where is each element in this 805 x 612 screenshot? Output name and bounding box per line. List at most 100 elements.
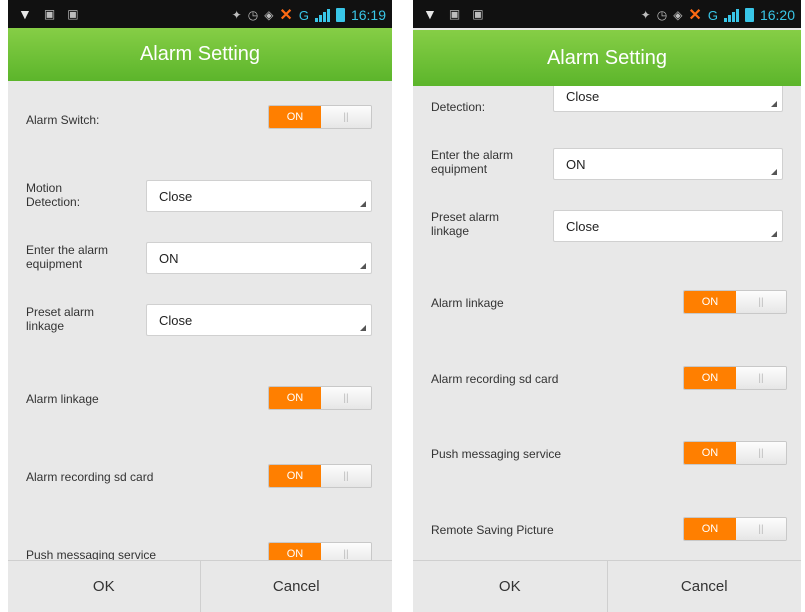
alarm-switch-toggle[interactable]: ON || (268, 105, 372, 129)
dropdown-caret-icon (771, 101, 777, 107)
dropdown-caret-icon (360, 201, 366, 207)
alarm-recording-sd-label: Alarm recording sd card (26, 470, 154, 484)
select-value: Close (566, 219, 600, 234)
settings-list: Alarm Switch: ON || Motion Detection: Cl… (8, 81, 392, 560)
select-value: Close (159, 189, 193, 204)
select-value: Close (159, 313, 193, 328)
alarm-clock-icon: ◷ (247, 8, 259, 22)
alarm-clock-icon: ◷ (656, 8, 668, 22)
push-messaging-toggle[interactable]: ON || (268, 542, 372, 560)
usb-icon: ▼ (18, 6, 32, 22)
dialog-buttons: OK Cancel (413, 560, 801, 612)
toggle-handle: || (321, 106, 371, 128)
preset-alarm-linkage-row: Preset alarm linkage Close (413, 208, 801, 244)
motion-detection-label: Motion Detection: (26, 181, 81, 209)
remote-saving-picture-row: Remote Saving Picture ON || (413, 514, 801, 544)
status-time: 16:20 (759, 7, 795, 23)
bluetooth-icon: ✦ (640, 8, 651, 22)
alarm-linkage-row: Alarm linkage ON || (8, 383, 392, 413)
dropdown-caret-icon (360, 325, 366, 331)
preset-alarm-linkage-select[interactable]: Close (553, 210, 783, 242)
remote-saving-picture-toggle[interactable]: ON || (683, 517, 787, 541)
dialog-buttons: OK Cancel (8, 560, 392, 612)
status-bar: ▼ ▣ ▣ ✦ ◷ ◈ ✕ G 16:20 (413, 0, 801, 28)
page-title: Alarm Setting (8, 28, 392, 81)
remote-saving-picture-label: Remote Saving Picture (431, 523, 554, 537)
network-type: G (707, 7, 718, 23)
alarm-switch-row: Alarm Switch: ON || (8, 101, 392, 135)
toggle-handle: || (736, 442, 786, 464)
alarm-linkage-label: Alarm linkage (431, 296, 504, 310)
toggle-handle: || (736, 518, 786, 540)
alarm-linkage-toggle[interactable]: ON || (268, 386, 372, 410)
toggle-on-state: ON (269, 465, 321, 487)
enter-alarm-equipment-row: Enter the alarm equipment ON (413, 146, 801, 182)
preset-alarm-linkage-select[interactable]: Close (146, 304, 372, 336)
preset-alarm-linkage-row: Preset alarm linkage Close (8, 301, 392, 337)
motion-detection-row: Motion Detection: Close (8, 178, 392, 214)
dropdown-caret-icon (771, 231, 777, 237)
select-value: ON (159, 251, 179, 266)
enter-alarm-equipment-label: Enter the alarm equipment (26, 243, 109, 271)
toggle-handle: || (736, 367, 786, 389)
notification-icon: ▣ (448, 7, 461, 21)
left-screen: ▼ ▣ ▣ ✦ ◷ ◈ ✕ G 16:19 Alarm Setting Alar… (8, 0, 392, 612)
push-messaging-label: Push messaging service (431, 447, 562, 461)
bluetooth-icon: ✦ (231, 8, 242, 22)
ok-button[interactable]: OK (8, 561, 200, 612)
status-bar: ▼ ▣ ▣ ✦ ◷ ◈ ✕ G 16:19 (8, 0, 392, 28)
motion-detection-label: Detection: (431, 100, 486, 114)
alarm-recording-sd-row: Alarm recording sd card ON || (413, 363, 801, 393)
usb-icon: ▼ (423, 6, 437, 22)
push-messaging-label: Push messaging service (26, 548, 157, 560)
motion-detection-row: Detection: Close (413, 86, 801, 122)
toggle-on-state: ON (269, 387, 321, 409)
status-time: 16:19 (350, 7, 386, 23)
notification-icon: ▣ (43, 7, 56, 21)
battery-icon (335, 8, 345, 22)
select-value: Close (566, 89, 600, 104)
alarm-recording-sd-label: Alarm recording sd card (431, 372, 559, 386)
toggle-handle: || (321, 387, 371, 409)
notification-icon: ▣ (67, 7, 79, 21)
signal-icon (314, 8, 330, 22)
enter-alarm-equipment-select[interactable]: ON (553, 148, 783, 180)
enter-alarm-equipment-select[interactable]: ON (146, 242, 372, 274)
select-value: ON (566, 157, 586, 172)
page-title: Alarm Setting (413, 30, 801, 86)
motion-detection-select[interactable]: Close (553, 86, 783, 112)
signal-icon (723, 8, 739, 22)
toggle-on-state: ON (684, 518, 736, 540)
alarm-linkage-toggle[interactable]: ON || (683, 290, 787, 314)
toggle-handle: || (736, 291, 786, 313)
toggle-on-state: ON (684, 367, 736, 389)
dropdown-caret-icon (360, 263, 366, 269)
toggle-on-state: ON (684, 291, 736, 313)
wifi-icon: ◈ (673, 8, 683, 22)
push-messaging-row: Push messaging service ON || (8, 539, 392, 560)
push-messaging-row: Push messaging service ON || (413, 438, 801, 468)
battery-icon (744, 8, 754, 22)
alarm-recording-sd-row: Alarm recording sd card ON || (8, 461, 392, 491)
toggle-handle: || (321, 543, 371, 560)
toggle-handle: || (321, 465, 371, 487)
motion-detection-select[interactable]: Close (146, 180, 372, 212)
notification-icon: ▣ (472, 7, 484, 21)
alarm-linkage-row: Alarm linkage ON || (413, 287, 801, 317)
preset-alarm-linkage-label: Preset alarm linkage (26, 305, 95, 333)
dropdown-caret-icon (771, 169, 777, 175)
toggle-on-state: ON (269, 543, 321, 560)
right-screen: ▼ ▣ ▣ ✦ ◷ ◈ ✕ G 16:20 Alarm Setting Dete… (413, 0, 801, 612)
wifi-icon: ◈ (264, 8, 274, 22)
alarm-switch-label: Alarm Switch: (26, 113, 100, 127)
cancel-button[interactable]: Cancel (199, 561, 393, 612)
push-messaging-toggle[interactable]: ON || (683, 441, 787, 465)
preset-alarm-linkage-label: Preset alarm linkage (431, 210, 500, 238)
alarm-recording-sd-toggle[interactable]: ON || (683, 366, 787, 390)
ok-button[interactable]: OK (413, 561, 607, 612)
network-type: G (298, 7, 309, 23)
enter-alarm-equipment-label: Enter the alarm equipment (431, 148, 514, 176)
alarm-recording-sd-toggle[interactable]: ON || (268, 464, 372, 488)
cancel-button[interactable]: Cancel (606, 561, 802, 612)
data-off-icon: ✕ (688, 7, 702, 24)
